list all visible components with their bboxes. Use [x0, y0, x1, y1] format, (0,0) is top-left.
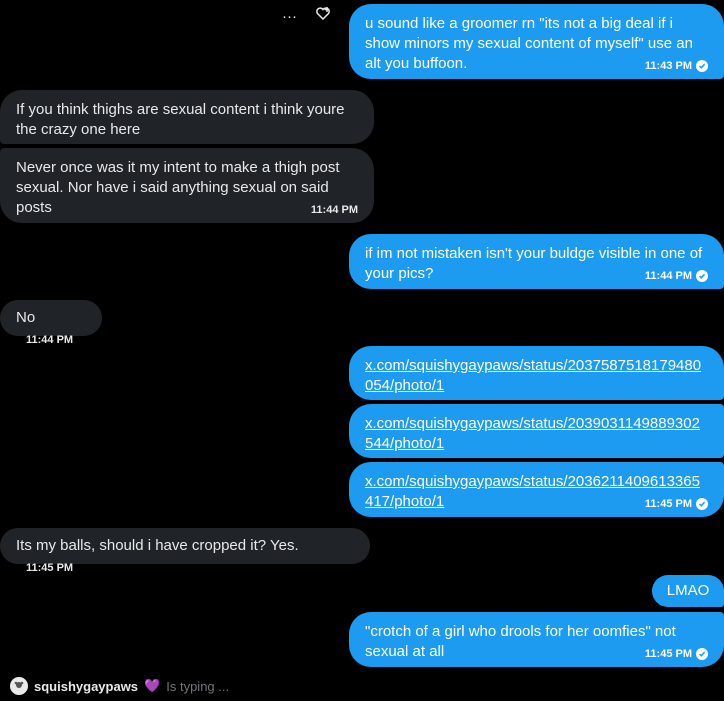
message-bubble-sent[interactable]: u sound like a groomer rn "its not a big…: [349, 4, 724, 79]
message-bubble-sent[interactable]: x.com/squishygaypaws/status/203903114988…: [349, 404, 724, 458]
add-reaction-icon[interactable]: [315, 6, 331, 26]
message-bubble-received[interactable]: No 11:44 PM: [0, 300, 102, 346]
message-link[interactable]: x.com/squishygaypaws/status/203758751817…: [365, 357, 701, 394]
message-actions: ···: [282, 6, 331, 26]
message-bubble-sent[interactable]: if im not mistaken isn't your buldge vis…: [349, 234, 724, 289]
message-bubble-received[interactable]: Never once was it my intent to make a th…: [0, 148, 374, 223]
message-text: Its my balls, should i have cropped it? …: [16, 537, 299, 554]
read-check-icon: [696, 498, 708, 510]
message-bubble-sent[interactable]: LMAO: [652, 575, 724, 607]
typing-username: squishygaypaws: [34, 678, 139, 694]
message-timestamp: 11:45 PM: [645, 494, 708, 514]
read-check-icon: [696, 648, 708, 660]
message-timestamp: 11:45 PM: [645, 644, 708, 664]
message-text: Never once was it my intent to make a th…: [16, 159, 340, 216]
message-timestamp: 11:44 PM: [310, 204, 358, 216]
message-text: If you think thighs are sexual content i…: [16, 101, 345, 138]
purple-heart-icon: 💜: [144, 678, 161, 693]
avatar[interactable]: [10, 677, 28, 695]
message-bubble-received[interactable]: Its my balls, should i have cropped it? …: [0, 528, 370, 574]
message-timestamp: 11:43 PM: [645, 56, 708, 76]
message-bubble-received[interactable]: If you think thighs are sexual content i…: [0, 90, 374, 144]
message-bubble-sent[interactable]: "crotch of a girl who drools for her oom…: [349, 612, 724, 667]
message-timestamp: 11:44 PM: [645, 266, 708, 286]
message-text: u sound like a groomer rn "its not a big…: [365, 15, 693, 72]
message-text: No: [16, 309, 36, 326]
message-link[interactable]: x.com/squishygaypaws/status/203903114988…: [365, 415, 700, 452]
message-bubble-sent[interactable]: x.com/squishygaypaws/status/203758751817…: [349, 346, 724, 400]
typing-indicator: squishygaypaws 💜 Is typing ...: [10, 677, 229, 695]
read-check-icon: [696, 270, 708, 282]
read-check-icon: [696, 60, 708, 72]
message-timestamp: 11:45 PM: [26, 562, 74, 574]
more-options-icon[interactable]: ···: [282, 8, 297, 25]
message-text: "crotch of a girl who drools for her oom…: [365, 623, 676, 660]
message-text: LMAO: [666, 582, 710, 599]
message-bubble-sent[interactable]: x.com/squishygaypaws/status/203621140961…: [349, 462, 724, 517]
typing-status: Is typing ...: [166, 678, 230, 694]
message-timestamp: 11:44 PM: [26, 334, 74, 346]
